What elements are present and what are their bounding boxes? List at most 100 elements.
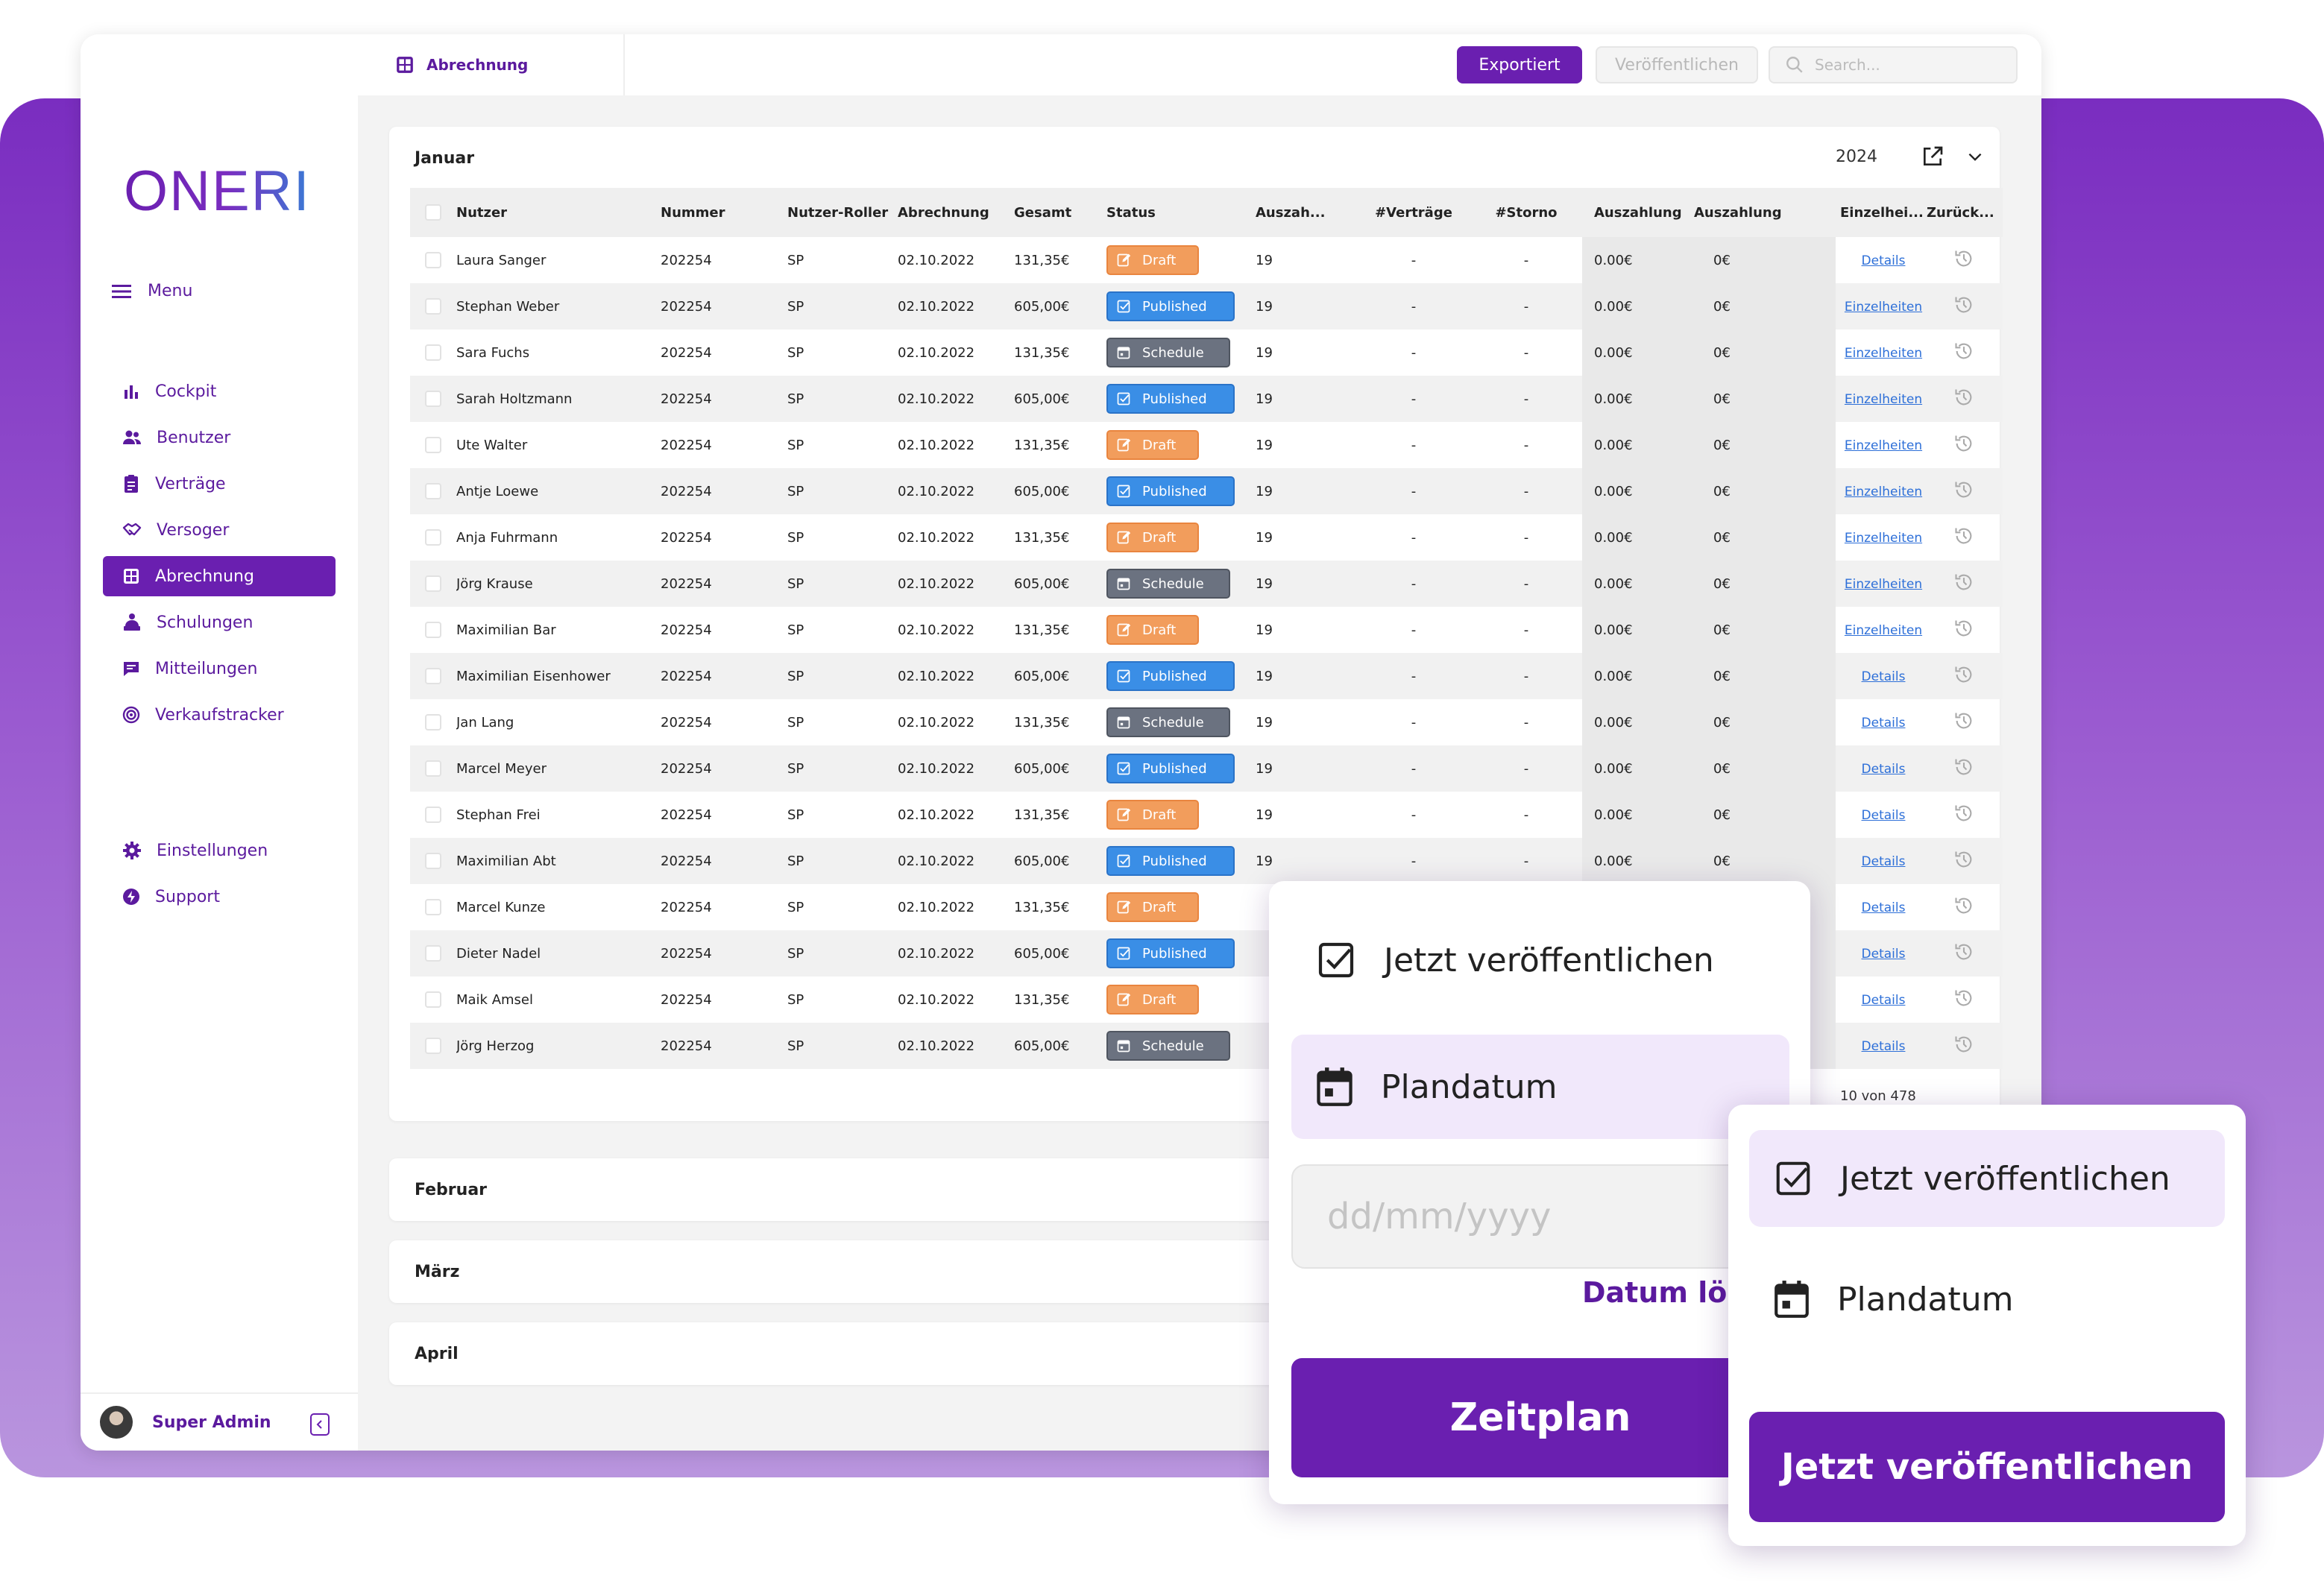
table-row[interactable]: Stephan Frei 202254 SP 02.10.2022 131,35€ Dra… (410, 792, 2003, 838)
history-icon[interactable] (1953, 387, 1974, 411)
chevron-down-icon[interactable] (1965, 148, 1985, 167)
sidebar-item-einstellungen[interactable]: Einstellungen (103, 830, 336, 871)
status-badge[interactable]: Published (1106, 938, 1235, 968)
collapse-sidebar-button[interactable] (310, 1413, 330, 1436)
menu-toggle[interactable]: Menu (112, 282, 192, 300)
details-link[interactable]: Details (1862, 947, 1906, 962)
row-checkbox[interactable] (410, 344, 456, 361)
history-icon[interactable] (1953, 526, 1974, 550)
details-link[interactable]: Einzelheiten (1845, 346, 1922, 361)
external-link-icon[interactable] (1921, 145, 1944, 168)
history-icon[interactable] (1953, 664, 1974, 689)
status-badge[interactable]: Published (1106, 846, 1235, 876)
row-checkbox[interactable] (410, 437, 456, 453)
details-link[interactable]: Einzelheiten (1845, 623, 1922, 638)
avatar[interactable] (100, 1406, 133, 1439)
schedule-submit-button[interactable]: Zeitplan (1291, 1358, 1789, 1477)
sidebar-item-schulungen[interactable]: Schulungen (103, 602, 336, 643)
sidebar-item-support[interactable]: Support (103, 877, 336, 917)
col-header[interactable]: Zurück... (1927, 205, 2001, 221)
status-badge[interactable]: Draft (1106, 985, 1199, 1014)
status-badge[interactable]: Schedule (1106, 569, 1230, 599)
details-link[interactable]: Einzelheiten (1845, 485, 1922, 499)
sidebar-item-verkaufstracker[interactable]: Verkaufstracker (103, 695, 336, 735)
details-link[interactable]: Einzelheiten (1845, 438, 1922, 453)
history-icon[interactable] (1953, 248, 1974, 273)
status-badge[interactable]: Published (1106, 384, 1235, 414)
row-checkbox[interactable] (410, 853, 456, 869)
table-row[interactable]: Jörg Krause 202254 SP 02.10.2022 605,00€ Sche… (410, 561, 2003, 607)
date-input[interactable]: dd/mm/yyyy (1291, 1164, 1789, 1269)
col-header[interactable]: Einzelhei... (1836, 205, 1927, 221)
col-header[interactable]: #Storno (1470, 205, 1582, 221)
details-link[interactable]: Einzelheiten (1845, 392, 1922, 407)
col-header[interactable]: Nummer (661, 205, 778, 221)
status-badge[interactable]: Schedule (1106, 1031, 1230, 1061)
status-badge[interactable]: Schedule (1106, 338, 1230, 367)
history-icon[interactable] (1953, 1034, 1974, 1058)
history-icon[interactable] (1953, 849, 1974, 874)
table-row[interactable]: Maximilian Bar 202254 SP 02.10.2022 131,35€ D… (410, 607, 2003, 653)
year-select[interactable]: 2024 (1836, 148, 1877, 166)
details-link[interactable]: Details (1862, 900, 1906, 915)
col-header[interactable]: Gesamt (1014, 205, 1106, 221)
history-icon[interactable] (1953, 572, 1974, 596)
table-row[interactable]: Maximilian Abt 202254 SP 02.10.2022 605,00€ P… (410, 838, 2003, 884)
status-badge[interactable]: Draft (1106, 800, 1199, 830)
status-badge[interactable]: Published (1106, 291, 1235, 321)
status-badge[interactable]: Published (1106, 754, 1235, 783)
history-icon[interactable] (1953, 433, 1974, 458)
row-checkbox[interactable] (410, 760, 456, 777)
row-checkbox[interactable] (410, 945, 456, 962)
details-link[interactable]: Details (1862, 1039, 1906, 1054)
col-header[interactable]: Abrechnung (898, 205, 1014, 221)
table-row[interactable]: Antje Loewe 202254 SP 02.10.2022 605,00€ Publ… (410, 468, 2003, 514)
history-icon[interactable] (1953, 479, 1974, 504)
sidebar-item-abrechnung[interactable]: Abrechnung (103, 556, 336, 596)
history-icon[interactable] (1953, 618, 1974, 643)
history-icon[interactable] (1953, 988, 1974, 1012)
table-row[interactable]: Marcel Meyer 202254 SP 02.10.2022 605,00€ Pub… (410, 745, 2003, 792)
row-checkbox[interactable] (410, 575, 456, 592)
sidebar-item-versoger[interactable]: Versoger (103, 510, 336, 550)
status-badge[interactable]: Draft (1106, 245, 1199, 275)
table-row[interactable]: Laura Sanger 202254 SP 02.10.2022 131,35€ Dra… (410, 237, 2003, 283)
status-badge[interactable]: Draft (1106, 523, 1199, 552)
table-row[interactable]: Sarah Holtzmann 202254 SP 02.10.2022 605,00€… (410, 376, 2003, 422)
row-checkbox[interactable] (410, 668, 456, 684)
history-icon[interactable] (1953, 341, 1974, 365)
details-link[interactable]: Einzelheiten (1845, 577, 1922, 592)
sidebar-item-vertraege[interactable]: Verträge (103, 464, 336, 504)
row-checkbox[interactable] (410, 714, 456, 730)
option-publish-now[interactable]: Jetzt veröffentlichen (1749, 1130, 2225, 1227)
tab-abrechnung[interactable]: Abrechnung (386, 34, 625, 95)
option-publish-now[interactable]: Jetzt veröffentlichen (1291, 908, 1789, 1012)
row-checkbox[interactable] (410, 391, 456, 407)
table-row[interactable]: Anja Fuhrmann 202254 SP 02.10.2022 131,35€ Dr… (410, 514, 2003, 561)
row-checkbox[interactable] (410, 807, 456, 823)
option-plan-date[interactable]: Plandatum (1291, 1035, 1789, 1139)
select-all-checkbox[interactable] (410, 204, 456, 221)
history-icon[interactable] (1953, 757, 1974, 781)
row-checkbox[interactable] (410, 298, 456, 315)
sidebar-item-mitteilungen[interactable]: Mitteilungen (103, 649, 336, 689)
table-row[interactable]: Jan Lang 202254 SP 02.10.2022 131,35€ Schedul… (410, 699, 2003, 745)
col-header[interactable]: Auszahlung (1687, 188, 1836, 237)
col-header[interactable]: Nutzer-Roller (778, 205, 898, 221)
row-checkbox[interactable] (410, 1038, 456, 1054)
table-row[interactable]: Maximilian Eisenhower 202254 SP 02.10.2022 6… (410, 653, 2003, 699)
history-icon[interactable] (1953, 803, 1974, 827)
status-badge[interactable]: Published (1106, 476, 1235, 506)
row-checkbox[interactable] (410, 991, 456, 1008)
publish-button[interactable]: Veröffentlichen (1596, 46, 1758, 83)
export-button[interactable]: Exportiert (1457, 46, 1582, 83)
col-header[interactable]: Auszahlung (1582, 188, 1687, 237)
history-icon[interactable] (1953, 294, 1974, 319)
row-checkbox[interactable] (410, 622, 456, 638)
col-header[interactable]: Nutzer (456, 205, 661, 221)
status-badge[interactable]: Draft (1106, 430, 1199, 460)
details-link[interactable]: Details (1862, 669, 1906, 684)
status-badge[interactable]: Draft (1106, 892, 1199, 922)
details-link[interactable]: Einzelheiten (1845, 531, 1922, 546)
search-input[interactable]: Search... (1769, 46, 2018, 83)
